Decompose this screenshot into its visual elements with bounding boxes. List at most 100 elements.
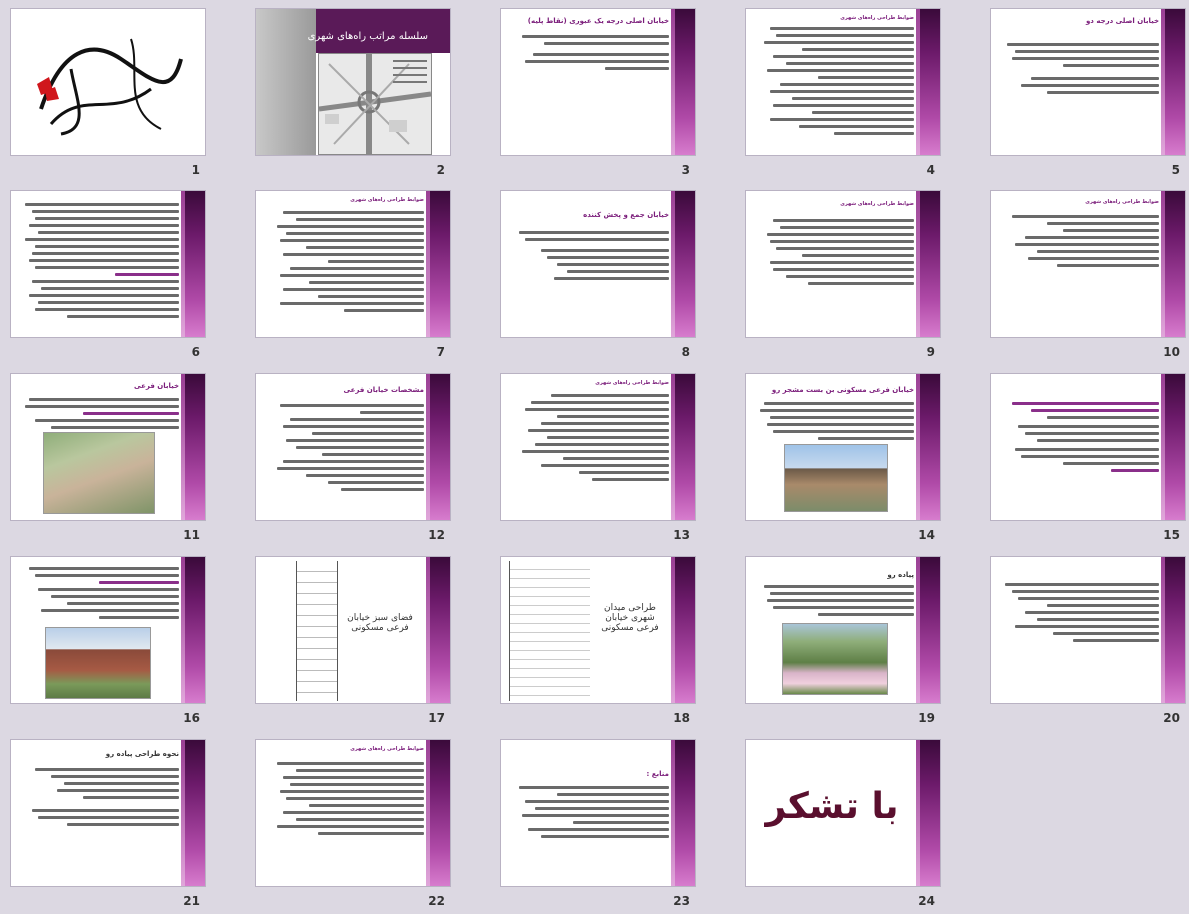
slide-thumbnail-23[interactable]: منابع : 23: [500, 739, 696, 914]
slide-body-text: [19, 563, 179, 619]
slide-body-text: [999, 579, 1159, 642]
slide-1[interactable]: [10, 8, 206, 156]
slide-6[interactable]: [10, 190, 206, 338]
slide-title: مشخصات خیابان فرعی: [343, 386, 425, 394]
slide-22[interactable]: ضوابط طراحی راه‌های شهری: [255, 739, 451, 887]
house-photo: [45, 627, 151, 699]
slide-number: 15: [1163, 528, 1180, 542]
slide-title: ضوابط طراحی راه‌های شهری: [1085, 199, 1159, 205]
slide-title: سلسله مراتب راه‌های شهری: [307, 31, 428, 42]
purple-side-bar: [916, 740, 940, 886]
slide-9[interactable]: ضوابط طراحی راه‌های شهری: [745, 190, 941, 338]
purple-side-bar: [426, 557, 450, 703]
slide-title: ضوابط طراحی راه‌های شهری: [840, 201, 914, 207]
slide-body-text: [19, 764, 179, 826]
slide-thumbnail-12[interactable]: مشخصات خیابان فرعی 12: [255, 373, 451, 548]
slide-body-text: [754, 215, 914, 285]
purple-side-bar: [1161, 374, 1185, 520]
slide-title: ضوابط طراحی راه‌های شهری: [350, 746, 424, 752]
slide-14[interactable]: خیابان فرعی مسکونی بن بست مشجر رو: [745, 373, 941, 521]
slide-23[interactable]: منابع :: [500, 739, 696, 887]
slide-body-text: [999, 211, 1159, 267]
slide-thumbnail-8[interactable]: خیابان جمع و پخش کننده 8: [500, 190, 696, 365]
purple-side-bar: [671, 9, 695, 155]
slide-title: نحوه طراحی پیاده رو: [105, 750, 179, 758]
slide-4[interactable]: ضوابط طراحی راه‌های شهری: [745, 8, 941, 156]
slide-number: 12: [428, 528, 445, 542]
slide-body-text: [264, 758, 424, 835]
slide-thumbnail-15[interactable]: 15: [990, 373, 1186, 548]
slide-number: 5: [1171, 163, 1180, 177]
slide-thumbnail-6[interactable]: 6: [10, 190, 206, 365]
slide-number: 10: [1163, 345, 1180, 359]
slide-number: 23: [673, 894, 690, 908]
slide-number: 19: [918, 711, 935, 725]
slide-body-text: [754, 23, 914, 135]
slide-number: 11: [183, 528, 200, 542]
slide-thumbnail-18[interactable]: طراحی میدان شهری خیابان فرعی مسکونی 18: [500, 556, 696, 731]
slide-thumbnail-10[interactable]: ضوابط طراحی راه‌های شهری 10: [990, 190, 1186, 365]
slide-number: 7: [436, 345, 445, 359]
slide-body-text: [19, 394, 179, 429]
purple-side-bar: [1161, 191, 1185, 337]
purple-side-bar: [916, 557, 940, 703]
slide-7[interactable]: ضوابط طراحی راه‌های شهری: [255, 190, 451, 338]
slide-title: خیابان فرعی: [133, 382, 179, 390]
slide-21[interactable]: نحوه طراحی پیاده رو: [10, 739, 206, 887]
slide-thumbnail-19[interactable]: پیاده رو 19: [745, 556, 941, 731]
slide-thumbnail-17[interactable]: فضای سبز خیابان فرعی مسکونی 17: [255, 556, 451, 731]
row-houses-photo: [784, 444, 888, 512]
slide-thumbnail-9[interactable]: ضوابط طراحی راه‌های شهری 9: [745, 190, 941, 365]
slide-thumbnail-16[interactable]: 16: [10, 556, 206, 731]
slide-number: 16: [183, 711, 200, 725]
slide-title: ضوابط طراحی راه‌های شهری: [840, 15, 914, 21]
slide-12[interactable]: مشخصات خیابان فرعی: [255, 373, 451, 521]
slide-thumbnail-20[interactable]: 20: [990, 556, 1186, 731]
slide-8[interactable]: خیابان جمع و پخش کننده: [500, 190, 696, 338]
slide-2[interactable]: سلسله مراتب راه‌های شهری: [255, 8, 451, 156]
slide-body-text: [264, 400, 424, 491]
slide-3[interactable]: خیابان اصلی درجه یک عبوری (نقاط پلیه): [500, 8, 696, 156]
slide-24[interactable]: با تشکر: [745, 739, 941, 887]
slide-16[interactable]: [10, 556, 206, 704]
slide-thumbnail-22[interactable]: ضوابط طراحی راه‌های شهری 22: [255, 739, 451, 914]
slide-thumbnail-21[interactable]: نحوه طراحی پیاده رو 21: [10, 739, 206, 914]
slide-19[interactable]: پیاده رو: [745, 556, 941, 704]
slide-number: 18: [673, 711, 690, 725]
slide-18[interactable]: طراحی میدان شهری خیابان فرعی مسکونی: [500, 556, 696, 704]
slide-thumbnail-13[interactable]: ضوابط طراحی راه‌های شهری 13: [500, 373, 696, 548]
slide-body-text: [509, 227, 669, 280]
slide-number: 8: [681, 345, 690, 359]
slide-thumbnail-11[interactable]: خیابان فرعی 11: [10, 373, 206, 548]
slide-title: ضوابط طراحی راه‌های شهری: [350, 197, 424, 203]
slide-body-text: [754, 398, 914, 440]
purple-side-bar: [426, 191, 450, 337]
slide-thumbnail-1[interactable]: 1: [10, 8, 206, 183]
slide-5[interactable]: خیابان اصلی درجه دو: [990, 8, 1186, 156]
purple-side-bar: [916, 9, 940, 155]
slide-number: 13: [673, 528, 690, 542]
slide-10[interactable]: ضوابط طراحی راه‌های شهری: [990, 190, 1186, 338]
slide-15[interactable]: [990, 373, 1186, 521]
slide-thumbnail-4[interactable]: ضوابط طراحی راه‌های شهری 4: [745, 8, 941, 183]
slide-title: فضای سبز خیابان فرعی مسکونی: [347, 613, 413, 633]
slide-11[interactable]: خیابان فرعی: [10, 373, 206, 521]
slide-13[interactable]: ضوابط طراحی راه‌های شهری: [500, 373, 696, 521]
slide-number: 1: [191, 163, 200, 177]
slide-thumbnail-2[interactable]: سلسله مراتب راه‌های شهری 2: [255, 8, 451, 183]
slide-thumbnail-3[interactable]: خیابان اصلی درجه یک عبوری (نقاط پلیه) 3: [500, 8, 696, 183]
purple-side-bar: [671, 191, 695, 337]
thanks-text: با تشکر: [765, 786, 899, 827]
slide-title: طراحی میدان شهری خیابان فرعی مسکونی: [601, 603, 659, 633]
slide-thumbnail-14[interactable]: خیابان فرعی مسکونی بن بست مشجر رو 14: [745, 373, 941, 548]
slide-17[interactable]: فضای سبز خیابان فرعی مسکونی: [255, 556, 451, 704]
slide-thumbnail-7[interactable]: ضوابط طراحی راه‌های شهری 7: [255, 190, 451, 365]
slide-number: 14: [918, 528, 935, 542]
purple-side-bar: [181, 557, 205, 703]
slide-thumbnail-24[interactable]: با تشکر 24: [745, 739, 941, 914]
purple-side-bar: [181, 374, 205, 520]
calligraphy-image: [37, 38, 183, 136]
slide-20[interactable]: [990, 556, 1186, 704]
map-legend: [393, 60, 427, 88]
slide-thumbnail-5[interactable]: خیابان اصلی درجه دو 5: [990, 8, 1186, 183]
